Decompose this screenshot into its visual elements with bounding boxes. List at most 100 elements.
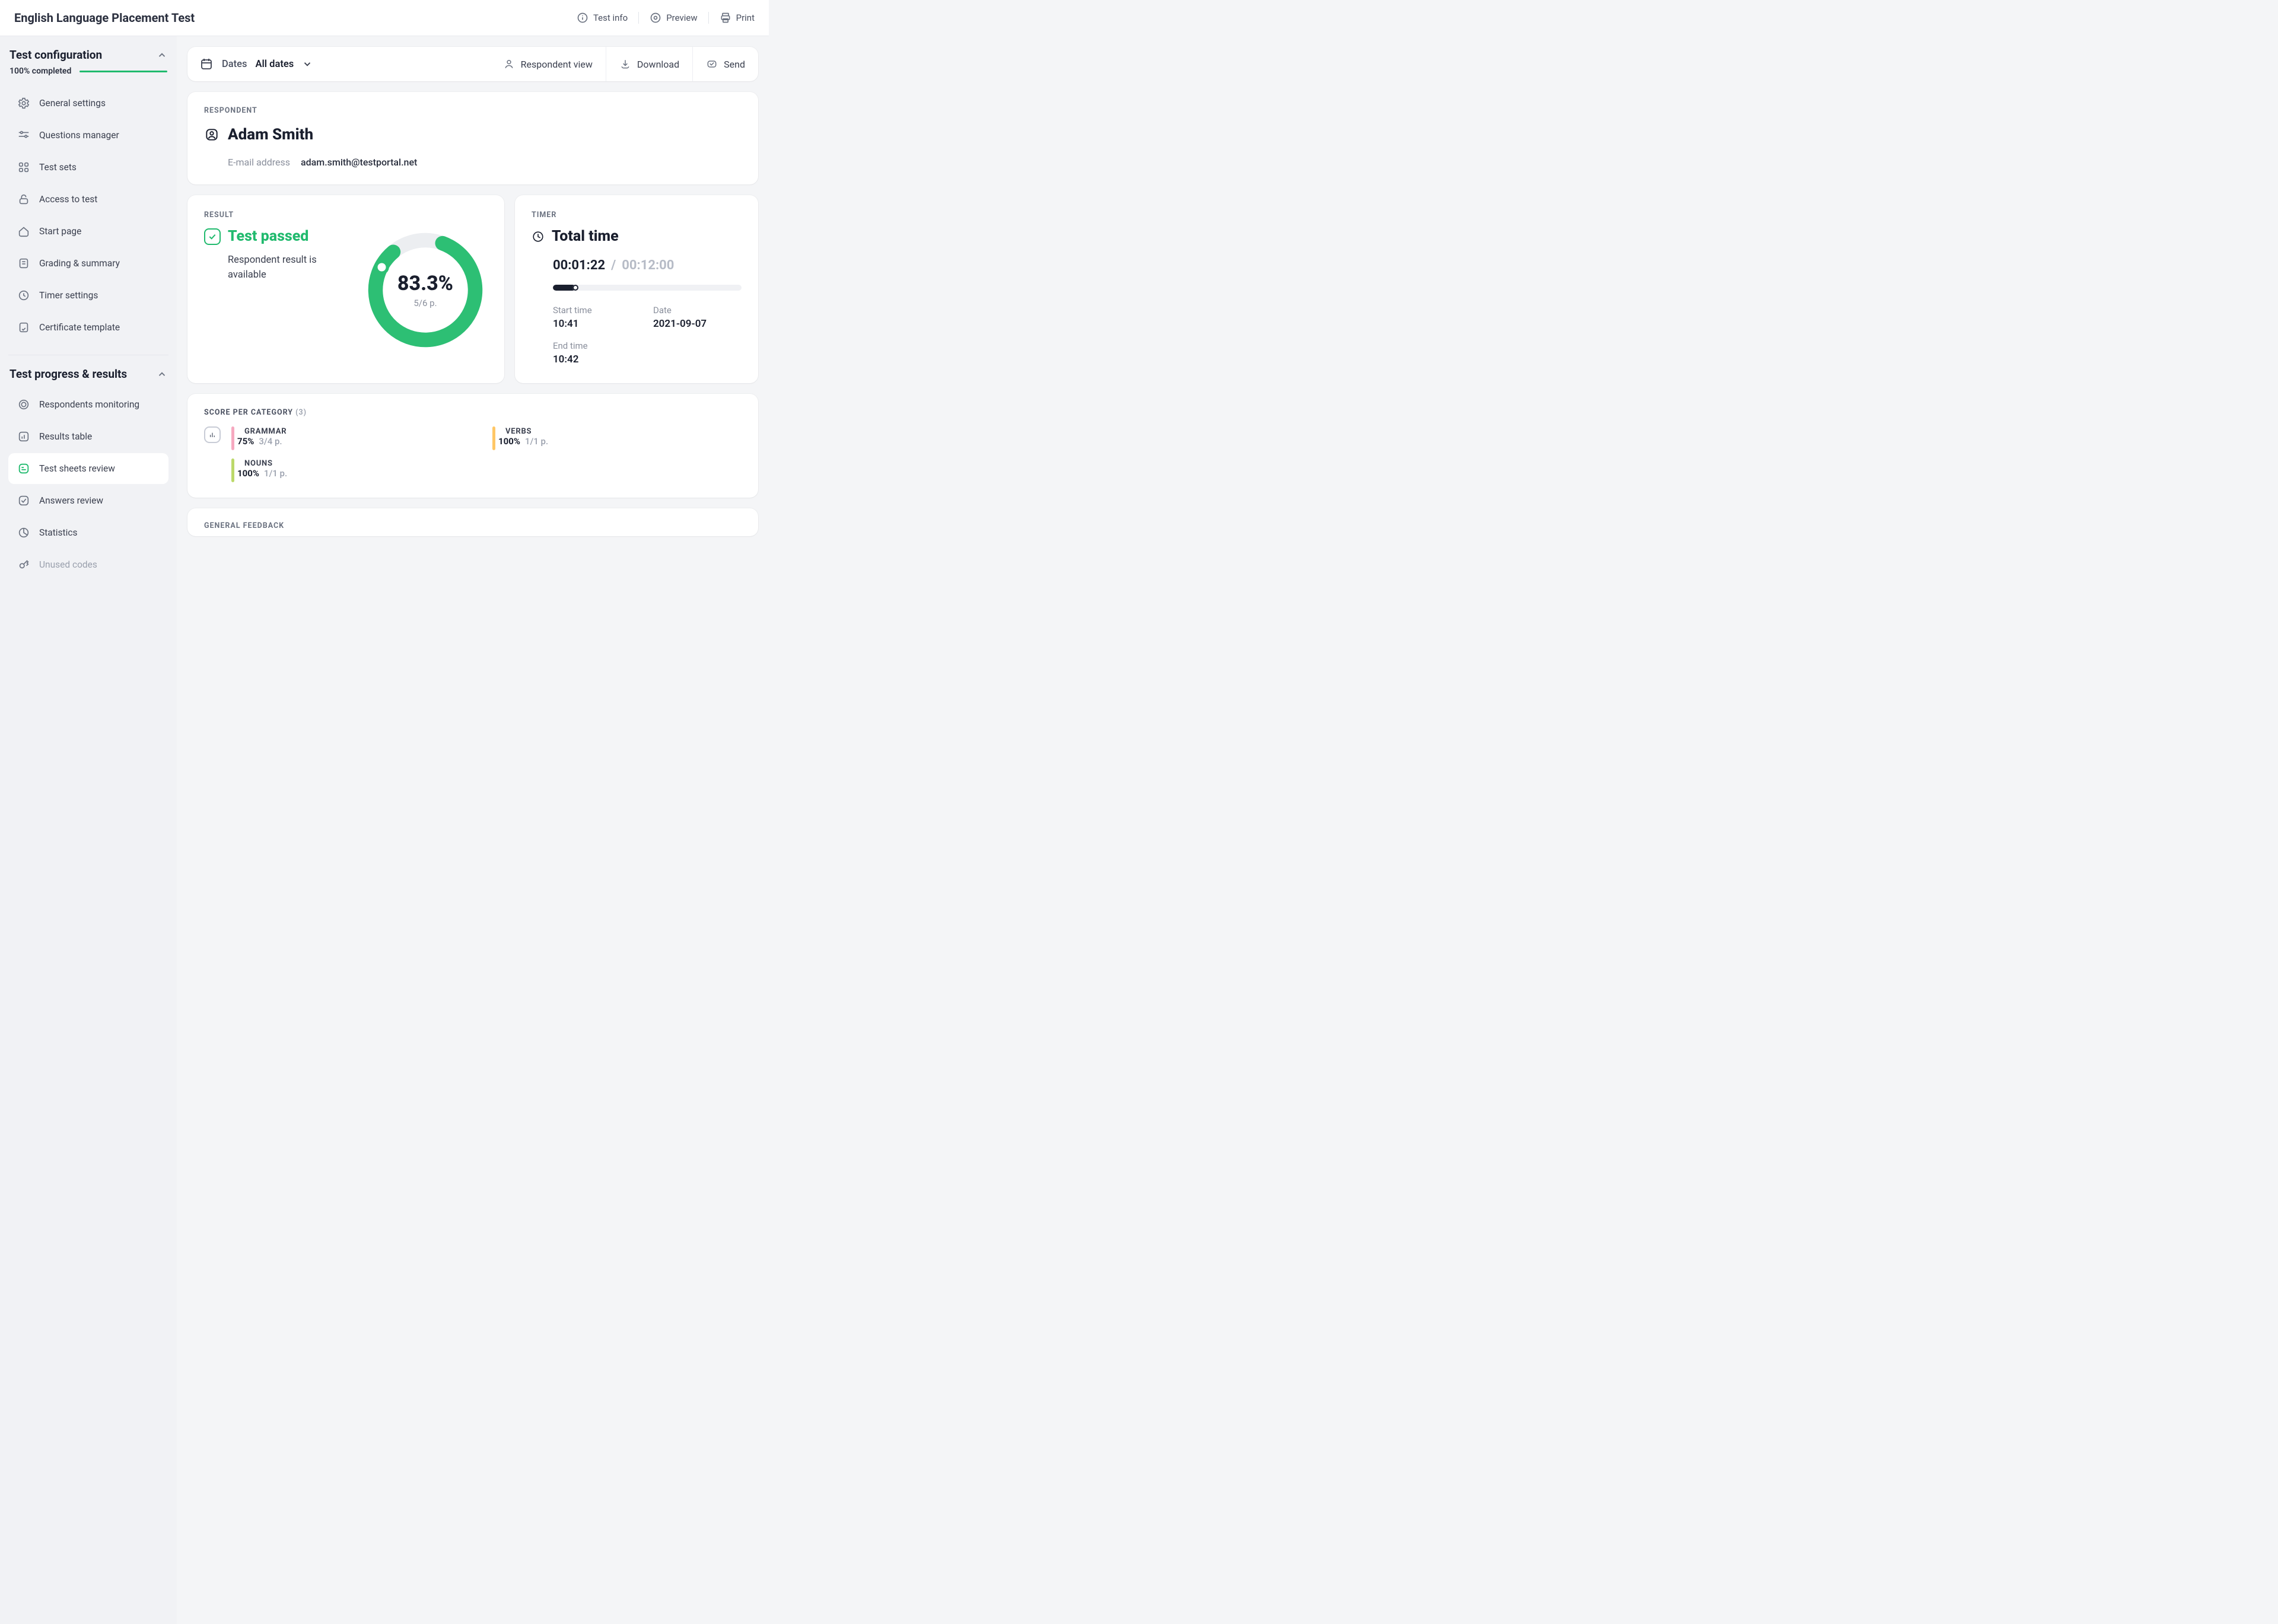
sidebar: Test configuration 100% completed Genera… — [0, 36, 177, 1624]
download-button[interactable]: Download — [606, 47, 692, 81]
respondent-name: Adam Smith — [228, 126, 313, 144]
bar-chart-icon — [204, 426, 221, 443]
sidebar-item-test-sets[interactable]: Test sets — [8, 152, 168, 183]
sidebar-item-label: Timer settings — [39, 290, 98, 301]
category-verbs: VERBS100%1/1 p. — [492, 426, 742, 450]
score-per-category-card: SCORE PER CATEGORY (3) GRAMMAR75%3/4 p.V… — [187, 394, 758, 498]
main-content: Dates All dates Respondent view — [177, 36, 769, 1624]
certificate-icon — [17, 320, 31, 335]
home-icon — [17, 224, 31, 238]
category-nouns: NOUNS100%1/1 p. — [231, 458, 481, 482]
start-time-label: Start time — [553, 305, 641, 316]
result-percent: 83.3% — [397, 272, 453, 295]
chevron-down-icon — [302, 59, 313, 69]
key-icon — [17, 558, 31, 572]
config-progress: 100% completed — [8, 66, 168, 84]
sidebar-item-access[interactable]: Access to test — [8, 184, 168, 215]
sidebar-item-certificate[interactable]: Certificate template — [8, 312, 168, 343]
category-accent — [231, 458, 234, 482]
sidebar-item-label: Respondents monitoring — [39, 399, 139, 410]
sidebar-item-start-page[interactable]: Start page — [8, 216, 168, 247]
result-eyebrow: RESULT — [204, 211, 488, 219]
check-badge-icon — [204, 228, 221, 245]
download-icon — [619, 58, 631, 70]
sidebar-item-timer-settings[interactable]: Timer settings — [8, 280, 168, 311]
respondent-eyebrow: RESPONDENT — [204, 106, 742, 115]
start-time-block: Start time 10:41 — [553, 305, 641, 330]
chevron-up-icon — [157, 369, 167, 380]
pie-icon — [17, 526, 31, 540]
preview-button[interactable]: Preview — [650, 12, 697, 24]
sidebar-item-general-settings[interactable]: General settings — [8, 88, 168, 119]
topbar-actions: Test info Preview Print — [577, 12, 755, 24]
sidebar-item-unused-codes[interactable]: Unused codes — [8, 549, 168, 580]
send-button[interactable]: Send — [692, 47, 758, 81]
category-score: 75%3/4 p. — [237, 436, 481, 447]
sidebar-item-label: General settings — [39, 98, 106, 109]
sidebar-item-label: Answers review — [39, 495, 103, 506]
timer-card: TIMER Total time 00:01:22 / 00:12:00 — [515, 195, 758, 383]
user-icon — [503, 58, 515, 70]
sidebar-results-items: Respondents monitoring Results table Tes… — [8, 386, 168, 580]
print-label: Print — [736, 12, 755, 23]
result-title: Test passed — [228, 228, 308, 245]
target-icon — [17, 397, 31, 412]
category-name: NOUNS — [237, 459, 273, 468]
print-button[interactable]: Print — [720, 12, 755, 24]
sidebar-section-label: Test configuration — [9, 48, 102, 62]
calendar-icon — [199, 57, 214, 71]
category-accent — [492, 426, 495, 450]
spc-eyebrow: SCORE PER CATEGORY — [204, 408, 293, 417]
info-icon — [577, 12, 588, 24]
result-subtitle: Respondent result is available — [204, 253, 349, 283]
sidebar-section-results-toggle[interactable]: Test progress & results — [8, 362, 168, 386]
download-label: Download — [637, 59, 679, 70]
page-title: English Language Placement Test — [14, 11, 195, 25]
lock-icon — [17, 192, 31, 206]
separator — [708, 12, 709, 24]
test-info-label: Test info — [593, 12, 628, 23]
category-bar: VERBS100%1/1 p. — [498, 426, 742, 450]
send-label: Send — [724, 59, 745, 70]
grid-icon — [17, 160, 31, 174]
category-name: GRAMMAR — [237, 427, 287, 436]
clock-icon — [532, 230, 545, 243]
start-time-value: 10:41 — [553, 318, 641, 330]
sliders-icon — [17, 128, 31, 142]
date-value: 2021-09-07 — [653, 318, 742, 330]
sidebar-item-label: Certificate template — [39, 322, 120, 333]
category-name: VERBS — [498, 427, 532, 436]
sidebar-item-results-table[interactable]: Results table — [8, 421, 168, 452]
category-score: 100%1/1 p. — [498, 436, 742, 447]
preview-label: Preview — [666, 12, 697, 23]
sidebar-item-test-sheets-review[interactable]: Test sheets review — [8, 453, 168, 484]
separator — [638, 12, 639, 24]
sheets-icon — [17, 461, 31, 476]
test-info-button[interactable]: Test info — [577, 12, 628, 24]
end-time-label: End time — [553, 340, 641, 351]
chevron-up-icon — [157, 50, 167, 60]
sidebar-item-answers-review[interactable]: Answers review — [8, 485, 168, 516]
category-bar: GRAMMAR75%3/4 p. — [237, 426, 481, 450]
sidebar-item-label: Results table — [39, 431, 92, 442]
summary-icon — [17, 256, 31, 270]
result-points: 5/6 p. — [413, 298, 437, 308]
sidebar-item-statistics[interactable]: Statistics — [8, 517, 168, 548]
sidebar-item-label: Test sets — [39, 162, 77, 173]
category-score: 100%1/1 p. — [237, 468, 481, 479]
timer-elapsed: 00:01:22 — [553, 258, 605, 273]
category-grammar: GRAMMAR75%3/4 p. — [231, 426, 481, 450]
print-icon — [720, 12, 731, 24]
send-icon — [706, 58, 718, 70]
config-progress-bar — [79, 71, 167, 72]
sidebar-section-config-toggle[interactable]: Test configuration — [8, 43, 168, 66]
sidebar-item-grading[interactable]: Grading & summary — [8, 248, 168, 279]
sidebar-item-label: Test sheets review — [39, 463, 115, 474]
dates-filter[interactable]: Dates All dates — [199, 57, 313, 71]
topbar: English Language Placement Test Test inf… — [0, 0, 769, 36]
sidebar-item-respondents-monitoring[interactable]: Respondents monitoring — [8, 389, 168, 420]
respondent-view-button[interactable]: Respondent view — [490, 47, 606, 81]
dates-label: Dates — [222, 59, 247, 70]
category-accent — [231, 426, 234, 450]
sidebar-item-questions-manager[interactable]: Questions manager — [8, 120, 168, 151]
